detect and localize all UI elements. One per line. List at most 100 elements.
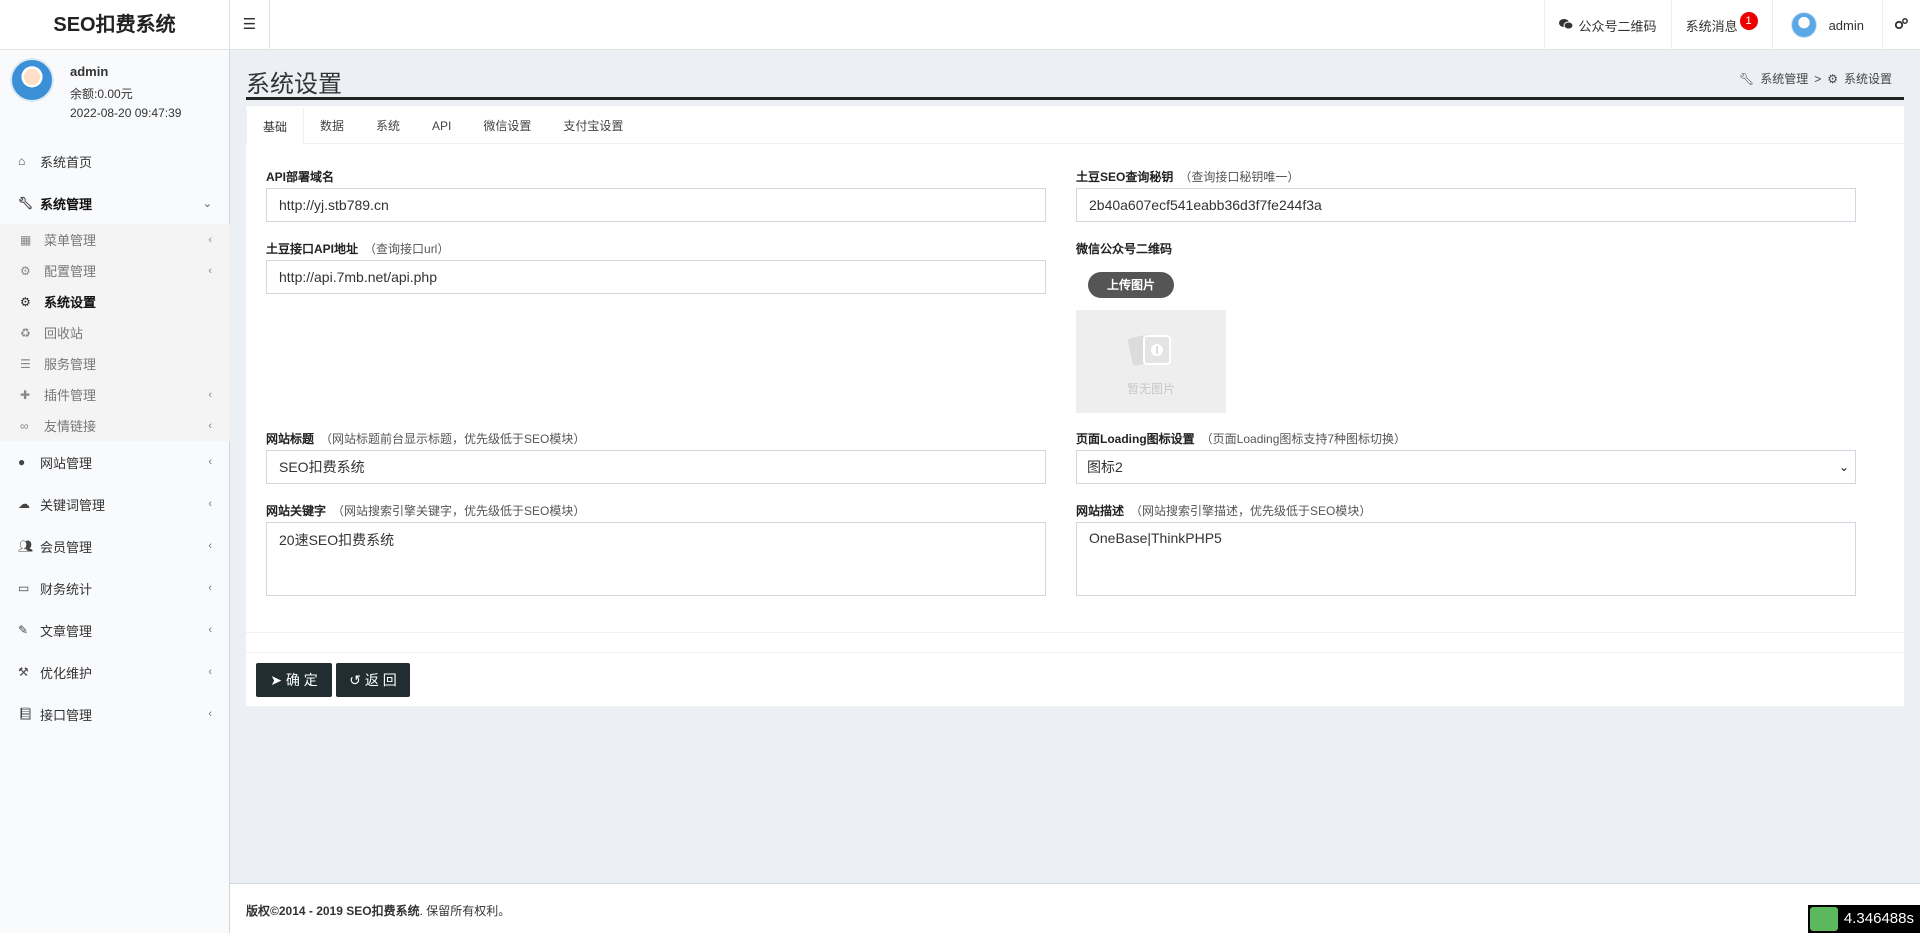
copyright-rest: . 保留所有权利。 [419,904,511,918]
timer-value: 4.346488s [1843,910,1914,927]
sidebar: admin 余额:0.00元 2022-08-20 09:47:39 ⌂ 系统首… [0,50,230,933]
gavel-icon: ⚒ [18,665,29,679]
gears-icon: ⚙ [20,294,31,309]
sidebar-item-recycle[interactable]: ♻ 回收站 [0,317,230,348]
sidebar-item-finance[interactable]: ▭ 财务统计 ‹ [0,567,230,609]
sidebar-item-label: 关键词管理 [40,497,106,513]
chevron-left-icon: ‹ [208,264,212,277]
site-desc-textarea[interactable]: OneBase|ThinkPHP5 [1076,522,1856,596]
top-header: SEO扣费系统 ☰ 公众号二维码 系统消息 1 admin [0,0,1920,50]
menu-toggle-icon[interactable]: ☰ [230,0,270,50]
user-menu[interactable]: admin [1771,0,1882,50]
edit-icon: ✎ [18,623,29,637]
footer: 版权©2014 - 2019 SEO扣费系统. 保留所有权利。 [230,883,1920,933]
sidebar-item-label: 会员管理 [40,539,93,555]
gears-icon [1894,17,1908,33]
avatar [10,58,54,102]
breadcrumb-parent[interactable]: 系统管理 [1760,70,1808,87]
wechat-qr-label-text: 微信公众号二维码 [1076,242,1173,256]
sidebar-item-label: 系统首页 [40,154,93,170]
sidebar-item-keywords[interactable]: ☁ 关键词管理 ‹ [0,483,230,525]
sidebar-item-home[interactable]: ⌂ 系统首页 [0,140,230,182]
tab-data[interactable]: 数据 [304,106,360,144]
card-icon: ▭ [18,581,30,595]
tab-basic[interactable]: 基础 [246,106,305,144]
back-button[interactable]: ↺ 返 回 [336,663,410,697]
chevron-left-icon: ‹ [208,388,212,401]
messages-label: 系统消息 [1685,18,1738,34]
tab-alipay[interactable]: 支付宝设置 [547,106,639,144]
sidebar-item-label: 友情链接 [44,419,97,434]
breadcrumb-current: 系统设置 [1843,72,1892,86]
sidebar-item-members[interactable]: 👥︎ 会员管理 ‹ [0,525,230,567]
chevron-down-icon: ⌄ [202,197,212,210]
sidebar-item-links[interactable]: ∞ 友情链接 ‹ [0,410,230,441]
sidebar-item-label: 插件管理 [44,388,97,403]
no-image-text: 暂无图片 [1126,382,1175,396]
sidebar-item-config[interactable]: ⚙ 配置管理 ‹ [0,255,230,286]
chevron-down-icon: ⌄ [1838,460,1849,474]
sidebar-item-optimize[interactable]: ⚒ 优化维护 ‹ [0,651,230,693]
user-panel: admin 余额:0.00元 2022-08-20 09:47:39 [0,50,230,132]
messages-link[interactable]: 系统消息 1 [1670,0,1772,50]
tab-bar: 基础 数据 系统 API 微信设置 支付宝设置 [246,106,1904,144]
sidebar-item-plugin[interactable]: ✚ 插件管理 ‹ [0,379,230,410]
loading-icon-select-value: 图标2 [1087,459,1123,475]
sidebar-item-service[interactable]: ☰ 服务管理 [0,348,230,379]
tudou-api-input[interactable]: http://api.7mb.net/api.php [266,260,1046,294]
top-nav: 公众号二维码 系统消息 1 admin [1543,0,1920,50]
sidebar-item-articles[interactable]: ✎ 文章管理 ‹ [0,609,230,651]
sidebar-item-label: 文章管理 [40,623,93,639]
site-keywords-hint: （网站搜索引擎关键字，优先级低于SEO模块） [332,504,586,518]
tudou-key-label: 土豆SEO查询秘钥 （查询接口秘钥唯一） [1076,168,1299,185]
history-icon: ↺ [349,671,361,688]
sidebar-item-system[interactable]: 🔧︎ 系统管理 ⌄ [0,182,230,224]
upload-image-button[interactable]: 上传图片 [1088,272,1174,298]
tudou-api-label-text: 土豆接口API地址 [266,242,359,256]
divider [246,632,1904,633]
site-keywords-textarea[interactable]: 20速SEO扣费系统 [266,522,1046,596]
tudou-key-input[interactable]: 2b40a607ecf541eabb36d3f7fe244f3a [1076,188,1856,222]
sidebar-item-label: 服务管理 [44,357,97,372]
sidebar-item-label: 优化维护 [40,665,93,681]
qrcode-link[interactable]: 公众号二维码 [1543,0,1671,50]
chevron-left-icon: ‹ [208,456,212,468]
site-title-label-text: 网站标题 [266,432,315,446]
loading-icon-hint: （页面Loading图标支持7种图标切换） [1200,432,1407,446]
sidebar-item-settings[interactable]: ⚙ 系统设置 [0,286,230,317]
chevron-left-icon: ‹ [208,624,212,636]
sidebar-item-api[interactable]: 📘︎ 接口管理 ‹ [0,693,230,735]
sidebar-item-menu[interactable]: ▦ 菜单管理 ‹ [0,224,230,255]
site-keywords-label-text: 网站关键字 [266,504,327,518]
confirm-button[interactable]: ➤ 确 定 [256,663,332,697]
home-icon: ⌂ [18,154,26,168]
tab-wechat[interactable]: 微信设置 [467,106,547,144]
tudou-key-hint: （查询接口秘钥唯一） [1179,170,1300,184]
api-domain-input[interactable]: http://yj.stb789.cn [266,188,1046,222]
site-title-label: 网站标题 （网站标题前台显示标题，优先级低于SEO模块） [266,430,585,447]
sidebar-item-site[interactable]: ● 网站管理 ‹ [0,441,230,483]
wrench-icon: 🔧︎ [18,196,34,210]
cloud-icon: ☁ [18,497,30,511]
image-icon [1127,334,1171,366]
settings-toggle[interactable] [1882,0,1920,50]
site-title-input[interactable]: SEO扣费系统 [266,450,1046,484]
sidebar-item-label: 系统设置 [44,295,97,310]
breadcrumb: 🔧︎ 系统管理 > ⚙ 系统设置 [1739,70,1892,87]
site-desc-hint: （网站搜索引擎描述，优先级低于SEO模块） [1130,504,1372,518]
chevron-left-icon: ‹ [208,419,212,432]
sidebar-item-label: 网站管理 [40,455,93,471]
site-title-hint: （网站标题前台显示标题，优先级低于SEO模块） [320,432,586,446]
gears-icon: ⚙ [1827,71,1838,86]
tab-api[interactable]: API [416,106,467,144]
tudou-api-label: 土豆接口API地址 （查询接口url） [266,240,449,257]
settings-box: 基础 数据 系统 API 微信设置 支付宝设置 API部署域名 http://y… [246,106,1904,706]
copyright-brand[interactable]: SEO扣费系统 [346,904,419,918]
tab-system[interactable]: 系统 [360,106,416,144]
app-logo[interactable]: SEO扣费系统 [0,0,230,50]
loading-icon-select[interactable]: 图标2 ⌄ [1076,450,1856,484]
user-menu-label: admin [1828,17,1864,33]
qrcode-label: 公众号二维码 [1578,18,1657,34]
page-timer: 4.346488s [1807,905,1920,933]
user-time: 2022-08-20 09:47:39 [70,106,182,120]
